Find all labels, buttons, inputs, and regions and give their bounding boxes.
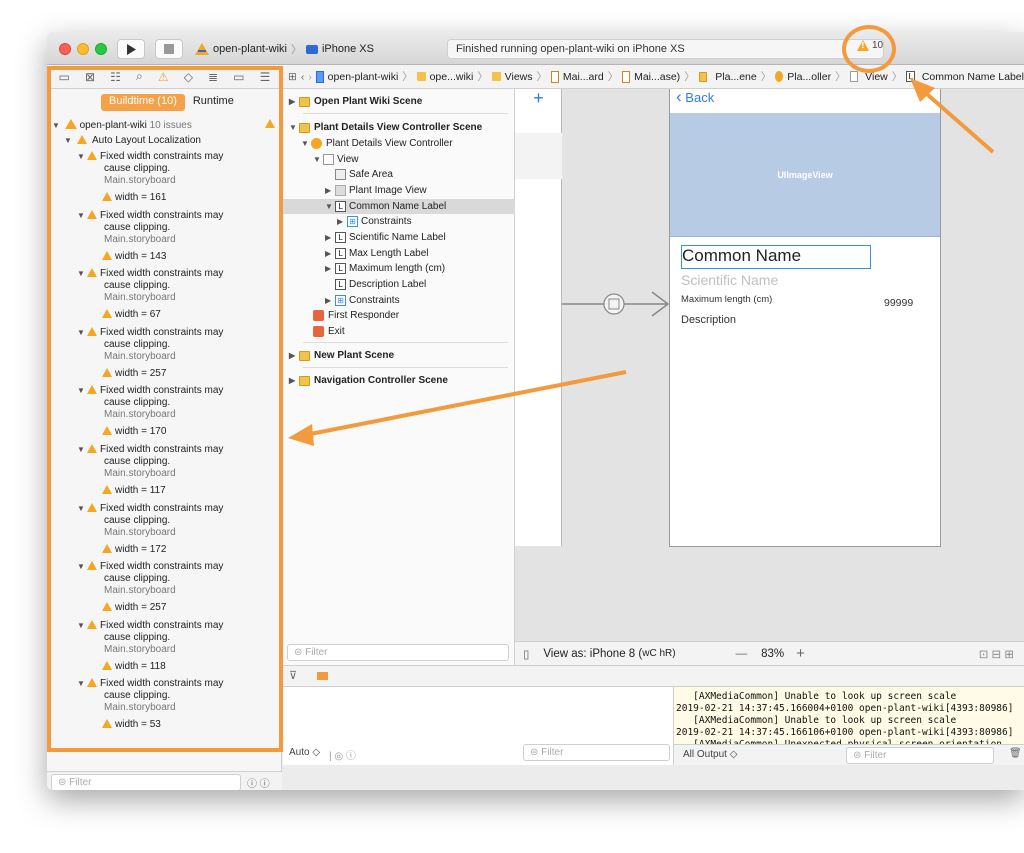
annotation-arrows	[288, 78, 995, 446]
